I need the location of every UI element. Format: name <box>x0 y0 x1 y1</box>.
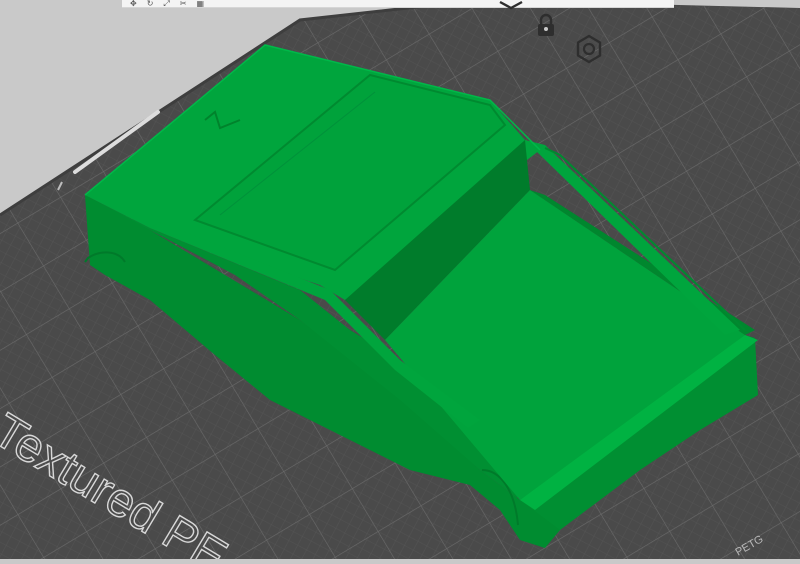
scale-icon[interactable]: ⤢ <box>163 0 169 8</box>
top-toolbar: ✥ ↻ ⤢ ✂ ▦ <box>122 0 674 8</box>
lock-icon <box>538 13 554 36</box>
rotate-icon[interactable]: ↻ <box>147 0 154 8</box>
support-button[interactable] <box>572 32 606 66</box>
3d-viewport[interactable]: Textured PE PETG ✥ ↻ ⤢ ✂ ▦ <box>0 0 800 564</box>
arrange-icon[interactable]: ▦ <box>197 0 205 8</box>
layers-button[interactable] <box>494 0 528 20</box>
lock-button[interactable] <box>530 10 564 44</box>
cut-icon[interactable]: ✂ <box>180 0 187 8</box>
layers-icon <box>499 0 523 10</box>
hexagon-nut-icon <box>576 34 602 64</box>
move-icon[interactable]: ✥ <box>130 0 137 8</box>
